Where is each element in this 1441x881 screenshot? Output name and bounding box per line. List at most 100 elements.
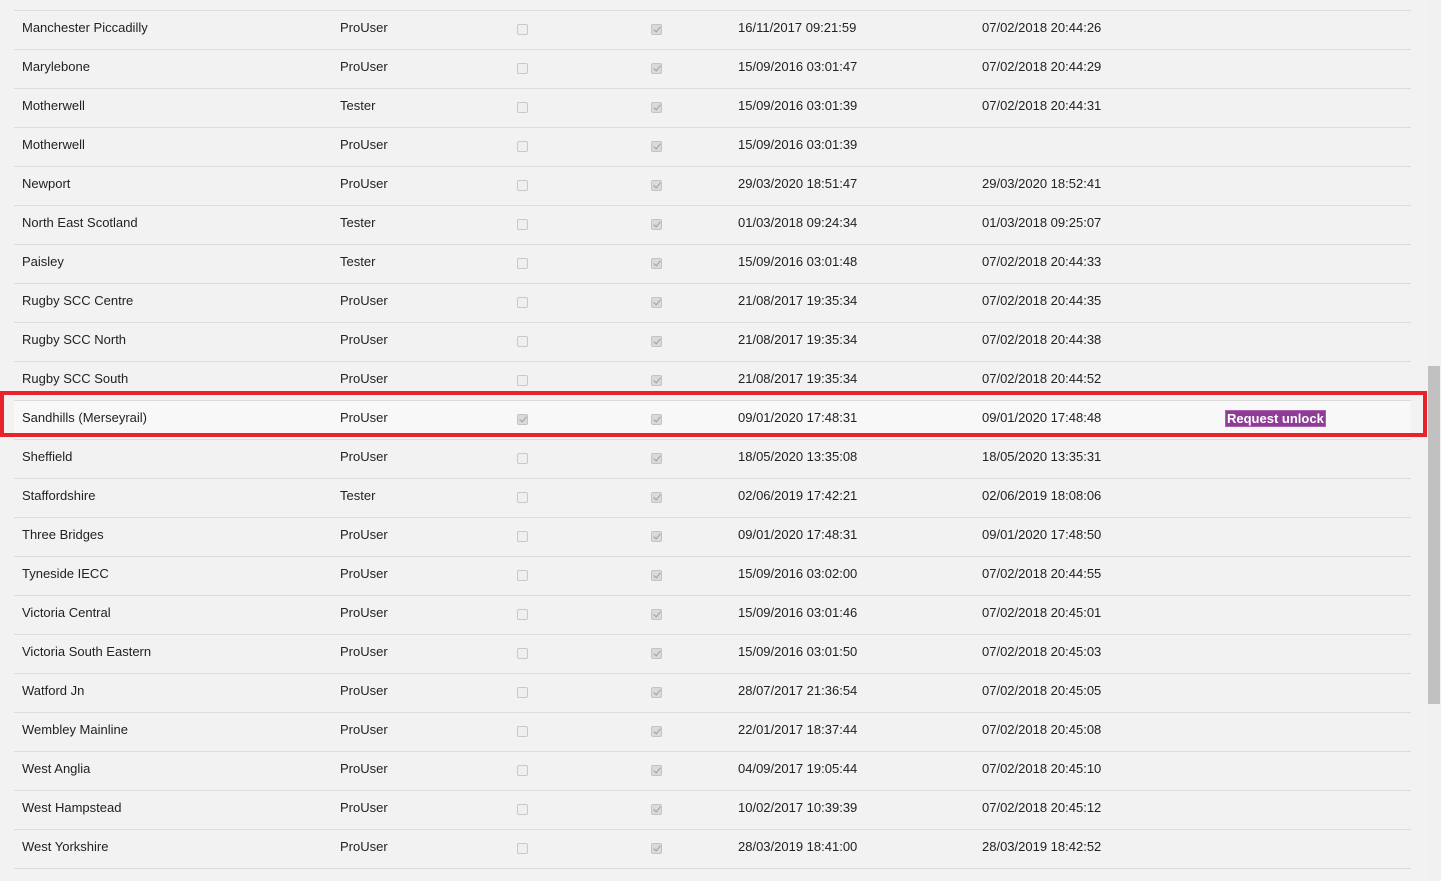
row-created-date: 15/09/2016 03:01:47 [738,59,858,74]
row-flag2-checkbox[interactable] [651,375,662,386]
row-role: Tester [340,254,376,269]
row-flag2-checkbox[interactable] [651,453,662,464]
row-created-date: 04/09/2017 19:05:44 [738,761,858,776]
table-row: Rugby SCC North ProUser 21/08/2017 19:35:3… [14,323,1411,362]
row-flag2-checkbox[interactable] [651,609,662,620]
table-row: Victoria South Eastern ProUser 15/09/2016 … [14,635,1411,674]
row-name: Marylebone [22,59,90,74]
row-flag1-cell [517,11,528,49]
row-role: ProUser [340,644,388,659]
row-name: Rugby SCC South [22,371,129,386]
row-created-date: 28/07/2017 21:36:54 [738,683,858,698]
row-flag1-checkbox[interactable] [517,414,528,425]
row-flag1-checkbox[interactable] [517,258,528,269]
row-flag1-cell [517,752,528,790]
row-created-date: 15/09/2016 03:02:00 [738,566,858,581]
row-flag1-checkbox[interactable] [517,765,528,776]
row-created-date: 29/03/2020 18:51:47 [738,176,858,191]
row-flag1-checkbox[interactable] [517,63,528,74]
row-role: ProUser [340,293,388,308]
row-flag2-cell [651,752,662,790]
row-flag2-checkbox[interactable] [651,258,662,269]
row-flag2-checkbox[interactable] [651,297,662,308]
row-flag1-checkbox[interactable] [517,102,528,113]
row-name: Three Bridges [22,527,104,542]
row-created-date: 16/11/2017 09:21:59 [738,20,857,35]
row-flag1-checkbox[interactable] [517,492,528,503]
user-table: Manchester Piccadilly ProUser 16/11/2017 0… [14,10,1411,869]
row-flag1-checkbox[interactable] [517,375,528,386]
row-flag1-cell [517,89,528,127]
row-flag1-checkbox[interactable] [517,843,528,854]
row-flag2-checkbox[interactable] [651,570,662,581]
request-unlock-button[interactable]: Request unlock [1225,410,1326,427]
row-last-login: 28/03/2019 18:42:52 [982,839,1102,854]
row-flag2-checkbox[interactable] [651,336,662,347]
table-row: Staffordshire Tester 02/06/2019 17:42:21 02… [14,479,1411,518]
row-flag1-cell [517,674,528,712]
row-flag1-checkbox[interactable] [517,219,528,230]
row-name: West Hampstead [22,800,122,815]
row-flag2-cell [651,245,662,283]
row-flag1-checkbox[interactable] [517,687,528,698]
table-row: Marylebone ProUser 15/09/2016 03:01:47 07/0… [14,50,1411,89]
row-role: ProUser [340,449,388,464]
row-name: West Anglia [22,761,91,776]
row-flag2-cell [651,50,662,88]
row-created-date: 09/01/2020 17:48:31 [738,527,858,542]
row-flag2-checkbox[interactable] [651,219,662,230]
row-name: Wembley Mainline [22,722,128,737]
scrollbar-thumb[interactable] [1428,366,1440,704]
row-flag2-checkbox[interactable] [651,24,662,35]
row-flag2-checkbox[interactable] [651,531,662,542]
row-flag1-checkbox[interactable] [517,141,528,152]
row-role: ProUser [340,332,388,347]
row-role: ProUser [340,59,388,74]
row-flag1-cell [517,362,528,400]
row-created-date: 15/09/2016 03:01:39 [738,137,858,152]
row-flag2-checkbox[interactable] [651,492,662,503]
row-flag2-checkbox[interactable] [651,804,662,815]
row-flag1-checkbox[interactable] [517,726,528,737]
row-flag1-cell [517,440,528,478]
row-role: ProUser [340,137,388,152]
row-flag1-checkbox[interactable] [517,648,528,659]
row-flag2-cell [651,284,662,322]
row-last-login: 02/06/2019 18:08:06 [982,488,1102,503]
row-flag2-checkbox[interactable] [651,687,662,698]
row-flag1-checkbox[interactable] [517,453,528,464]
row-flag2-checkbox[interactable] [651,843,662,854]
row-flag2-cell [651,323,662,361]
row-flag2-cell [651,557,662,595]
vertical-scrollbar[interactable] [1427,0,1441,881]
row-flag1-checkbox[interactable] [517,24,528,35]
row-flag2-checkbox[interactable] [651,141,662,152]
row-flag2-checkbox[interactable] [651,63,662,74]
row-flag2-checkbox[interactable] [651,765,662,776]
row-last-login: 18/05/2020 13:35:31 [982,449,1102,464]
row-flag2-cell [651,11,662,49]
row-flag1-checkbox[interactable] [517,297,528,308]
table-row: Rugby SCC Centre ProUser 21/08/2017 19:35:… [14,284,1411,323]
row-flag2-checkbox[interactable] [651,102,662,113]
row-flag2-checkbox[interactable] [651,414,662,425]
row-flag1-checkbox[interactable] [517,804,528,815]
table-row: West Hampstead ProUser 10/02/2017 10:39:39… [14,791,1411,830]
row-flag2-cell [651,479,662,517]
table-row: Rugby SCC South ProUser 21/08/2017 19:35:3… [14,362,1411,401]
table-row: Sandhills (Merseyrail) ProUser 09/01/2020 … [14,401,1411,440]
row-flag2-cell [651,440,662,478]
row-flag1-checkbox[interactable] [517,180,528,191]
row-last-login: 01/03/2018 09:25:07 [982,215,1102,230]
row-role: ProUser [340,566,388,581]
row-action-cell: Request unlock [1225,401,1326,439]
row-flag1-checkbox[interactable] [517,531,528,542]
row-flag1-checkbox[interactable] [517,609,528,620]
row-flag2-checkbox[interactable] [651,648,662,659]
row-flag1-cell [517,245,528,283]
row-flag1-checkbox[interactable] [517,336,528,347]
row-flag2-checkbox[interactable] [651,180,662,191]
row-flag2-checkbox[interactable] [651,726,662,737]
row-flag1-checkbox[interactable] [517,570,528,581]
row-last-login: 07/02/2018 20:45:01 [982,605,1102,620]
